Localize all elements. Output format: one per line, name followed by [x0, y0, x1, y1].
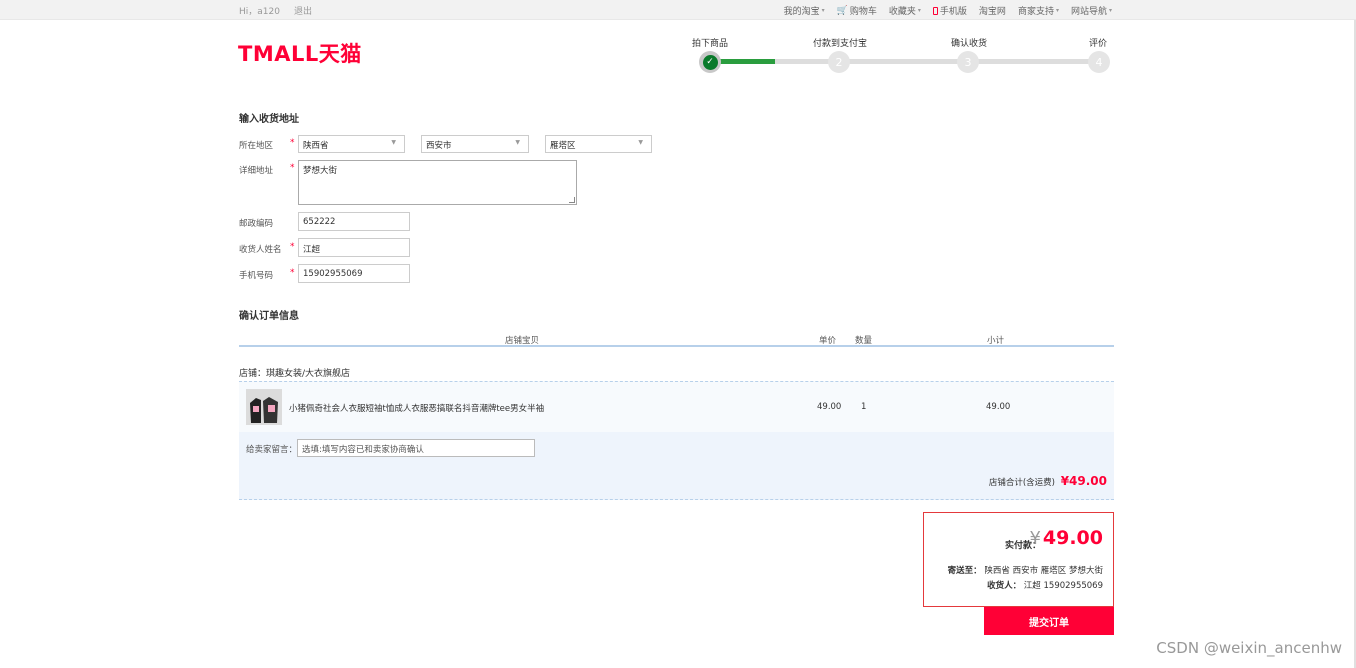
phone-label: 手机号码	[239, 271, 274, 281]
top-nav-bar: Hi，a120 退出 我的淘宝 ▾ 🛒 购物车 收藏夹 ▾ 手机版 淘宝网 商家支持 ▾…	[0, 0, 1356, 20]
chevron-down-icon: ▾	[821, 7, 825, 14]
subtotal: 49.00	[986, 402, 1011, 412]
required-mark: *	[290, 163, 295, 173]
phone-icon	[932, 6, 938, 15]
step-node-1: ✓	[699, 51, 721, 73]
city-value: 西安市	[426, 141, 452, 151]
detail-address-value: 梦想大街	[303, 166, 338, 176]
zip-input[interactable]: 652222	[298, 212, 410, 231]
detail-address-textarea[interactable]: 梦想大街	[298, 160, 577, 205]
product-thumbnail[interactable]	[246, 389, 282, 425]
table-row: 小猪佩奇社会人衣服短袖t恤成人衣服恶搞联名抖音潮牌tee男女半袖 49.00 1…	[239, 381, 1114, 432]
chevron-down-icon: ▼	[638, 139, 643, 146]
site-nav-label: 网站导航	[1070, 7, 1107, 17]
quantity: 1	[861, 402, 867, 412]
mobile-label: 手机版	[939, 7, 967, 17]
header-subtotal: 小计	[987, 336, 1005, 346]
receiver-line: 收货人： 江超 15902955069	[987, 579, 1103, 591]
chevron-down-icon: ▾	[1055, 7, 1059, 14]
district-select[interactable]: 雁塔区 ▼	[545, 135, 652, 153]
chevron-down-icon: ▾	[917, 7, 921, 14]
step-label-4: 评价	[1089, 39, 1108, 49]
favorites-link[interactable]: 收藏夹 ▾	[889, 4, 921, 17]
payment-summary: 实付款： ¥49.00 寄送至： 陕西省 西安市 雁塔区 梦想大街 收货人： 江…	[923, 512, 1114, 607]
phone-input[interactable]: 15902955069	[298, 264, 410, 283]
receiver-name-input[interactable]: 江超	[298, 238, 410, 257]
detail-address-label: 详细地址	[239, 166, 274, 176]
chevron-down-icon: ▼	[391, 139, 396, 146]
seller-message-row: 给卖家留言： 选填:填写内容已和卖家协商确认 店铺合计(含运费) ¥49.00	[239, 432, 1114, 500]
step-node-2: 2	[828, 51, 850, 73]
zip-label: 邮政编码	[239, 219, 274, 229]
header-item: 店铺宝贝	[505, 336, 540, 346]
step-node-3: 3	[957, 51, 979, 73]
tmall-logo[interactable]: TMALL天猫	[238, 38, 362, 68]
mobile-link[interactable]: 手机版	[932, 4, 967, 17]
watermark-text: CSDN @weixin_ancenhw	[1156, 639, 1342, 657]
taobao-link[interactable]: 淘宝网	[979, 4, 1006, 17]
province-value: 陕西省	[303, 141, 329, 151]
shop-name[interactable]: 店铺：琪趣女装/大衣旗舰店	[239, 366, 350, 379]
step-node-4: 4	[1088, 51, 1110, 73]
order-table-header: 店铺宝贝 单价 数量 小计	[239, 330, 1114, 347]
cart-icon: 🛒	[836, 5, 848, 16]
receiver-label: 收货人：	[987, 581, 1022, 591]
region-label: 所在地区	[239, 141, 274, 151]
cart-label: 购物车	[849, 7, 877, 17]
greeting-text: Hi，a120	[239, 7, 280, 17]
city-select[interactable]: 西安市 ▼	[421, 135, 529, 153]
shop-total-label: 店铺合计(含运费)	[988, 478, 1055, 488]
required-mark: *	[290, 268, 295, 278]
actual-pay-amount: ¥49.00	[1029, 527, 1103, 549]
ship-to-line: 寄送至： 陕西省 西安市 雁塔区 梦想大街	[948, 564, 1103, 576]
ship-to-label: 寄送至：	[947, 566, 982, 576]
order-section-title: 确认订单信息	[239, 311, 299, 322]
merchant-support-link[interactable]: 商家支持 ▾	[1018, 4, 1059, 17]
chevron-down-icon: ▾	[1108, 7, 1112, 14]
user-greeting-area: Hi，a120 退出	[239, 4, 312, 17]
district-value: 雁塔区	[550, 141, 576, 151]
cart-link[interactable]: 🛒 购物车	[836, 4, 877, 18]
product-name-link[interactable]: 小猪佩奇社会人衣服短袖t恤成人衣服恶搞联名抖音潮牌tee男女半袖	[289, 402, 544, 414]
pay-amount-value: 49.00	[1042, 527, 1103, 549]
order-progress-steps: 拍下商品 付款到支付宝 确认收货 评价 ✓ 2 3 4	[690, 36, 1114, 76]
resize-handle-icon[interactable]	[569, 197, 575, 203]
receiver-value: 江超 15902955069	[1023, 581, 1103, 591]
shop-total-value: ¥49.00	[1060, 474, 1107, 488]
currency-symbol: ¥	[1029, 528, 1041, 549]
top-nav-links: 我的淘宝 ▾ 🛒 购物车 收藏夹 ▾ 手机版 淘宝网 商家支持 ▾ 网站导航 ▾	[784, 4, 1112, 18]
required-mark: *	[290, 138, 295, 148]
unit-price: 49.00	[817, 402, 842, 412]
seller-message-label: 给卖家留言：	[246, 445, 298, 455]
merchant-support-label: 商家支持	[1017, 7, 1054, 17]
address-section-title: 输入收货地址	[239, 114, 299, 125]
site-nav-link[interactable]: 网站导航 ▾	[1071, 4, 1112, 17]
step-label-3: 确认收货	[951, 39, 988, 49]
submit-order-button[interactable]: 提交订单	[984, 607, 1114, 635]
my-taobao-label: 我的淘宝	[783, 7, 820, 17]
check-icon: ✓	[702, 54, 718, 70]
ship-to-value: 陕西省 西安市 雁塔区 梦想大街	[984, 566, 1103, 576]
header-price: 单价	[819, 336, 837, 346]
favorites-label: 收藏夹	[888, 7, 916, 17]
step-label-2: 付款到支付宝	[813, 39, 868, 49]
province-select[interactable]: 陕西省 ▼	[298, 135, 405, 153]
taobao-label: 淘宝网	[978, 7, 1006, 17]
seller-message-input[interactable]: 选填:填写内容已和卖家协商确认	[297, 439, 535, 457]
header-qty: 数量	[855, 336, 873, 346]
step-label-1: 拍下商品	[692, 39, 729, 49]
my-taobao-link[interactable]: 我的淘宝 ▾	[784, 4, 825, 17]
logout-link[interactable]: 退出	[294, 4, 312, 17]
receiver-name-label: 收货人姓名	[239, 245, 282, 255]
chevron-down-icon: ▼	[515, 139, 520, 146]
required-mark: *	[290, 242, 295, 252]
